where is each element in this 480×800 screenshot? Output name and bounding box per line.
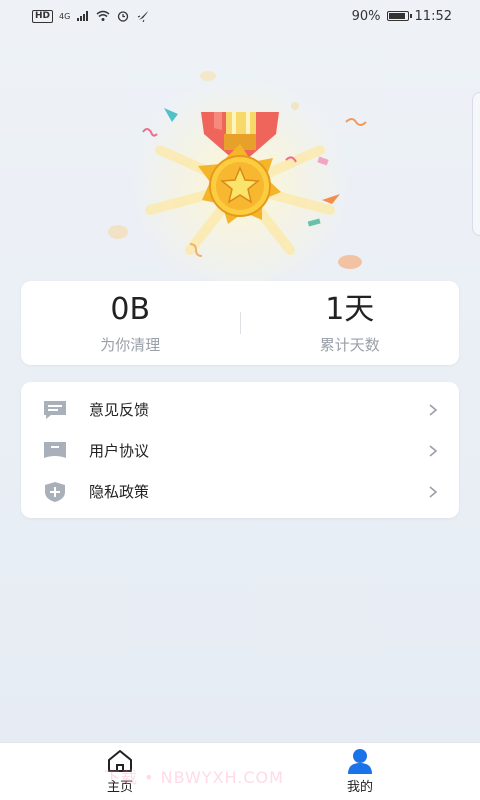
clock: 11:52 (414, 8, 452, 24)
menu-label-user-agreement: 用户协议 (89, 442, 150, 460)
hd-badge: HD (32, 9, 54, 23)
alarm-icon (118, 11, 129, 22)
chevron-right-icon (429, 403, 438, 416)
shield-plus-icon (41, 481, 69, 503)
medal-icon (108, 71, 367, 296)
stat-cleaned: 0B 为你清理 (21, 292, 240, 355)
battery-percent: 90% (351, 8, 381, 24)
nav-mine[interactable]: 我的 (320, 748, 400, 795)
menu-item-feedback[interactable]: 意见反馈 (21, 389, 459, 430)
cleaned-label: 为你清理 (100, 335, 161, 354)
cleaned-value: 0B (110, 291, 151, 327)
days-value: 1天 (325, 291, 375, 327)
status-left: HD 4G (32, 9, 150, 23)
menu-item-user-agreement[interactable]: 用户协议 (21, 430, 459, 471)
bottom-nav: 主页 我的 (0, 742, 480, 800)
book-icon (41, 440, 69, 462)
stats-card: 0B 为你清理 1天 累计天数 (21, 281, 459, 365)
battery-icon (386, 11, 412, 21)
network-label: 4G (59, 11, 71, 21)
wifi-icon (96, 10, 110, 21)
chat-icon (41, 399, 69, 421)
days-label: 累计天数 (319, 335, 380, 354)
menu-label-feedback: 意见反馈 (89, 401, 150, 419)
status-right: 90% 11:52 (352, 9, 452, 24)
menu-card: 意见反馈 用户协议 隐私政策 (21, 382, 459, 518)
status-bar: HD 4G 90% 11:52 (0, 0, 480, 32)
menu-label-privacy-policy: 隐私政策 (89, 483, 150, 501)
chevron-right-icon (429, 444, 438, 457)
nav-home-label: 主页 (106, 780, 133, 795)
user-icon (348, 749, 372, 774)
stat-days: 1天 累计天数 (241, 292, 460, 355)
medal-illustration (0, 60, 480, 296)
menu-item-privacy-policy[interactable]: 隐私政策 (21, 471, 459, 512)
nav-home[interactable]: 主页 (80, 748, 160, 795)
chevron-right-icon (429, 485, 438, 498)
rocket-icon (138, 11, 149, 22)
side-drawer-handle[interactable] (472, 92, 480, 236)
nav-mine-label: 我的 (346, 780, 373, 795)
battery-fill (388, 13, 405, 19)
signal-icon (77, 11, 89, 21)
home-icon (108, 750, 132, 772)
